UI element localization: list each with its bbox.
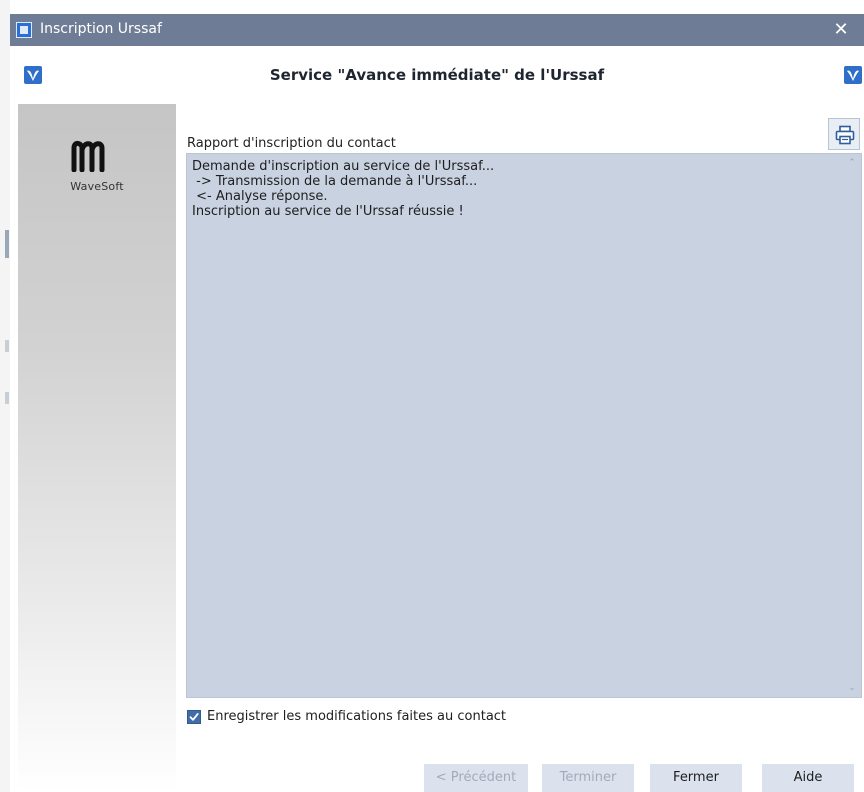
vertical-scrollbar[interactable]: ⌃ ⌄ xyxy=(844,154,861,697)
report-label: Rapport d'inscription du contact xyxy=(187,136,396,151)
background-marker xyxy=(5,340,9,352)
report-textarea[interactable]: Demande d'inscription au service de l'Ur… xyxy=(186,153,862,698)
report-line: Demande d'inscription au service de l'Ur… xyxy=(192,159,495,174)
dialog-window: Inscription Urssaf ✕ Service "Avance imm… xyxy=(10,14,864,792)
wave-logo-icon xyxy=(844,66,862,84)
previous-button[interactable]: < Précédent xyxy=(424,764,528,792)
app-icon xyxy=(16,22,32,38)
wavesoft-logo-icon xyxy=(71,140,105,172)
printer-icon xyxy=(835,125,855,145)
save-changes-label[interactable]: Enregistrer les modifications faites au … xyxy=(207,709,506,724)
close-button[interactable]: Fermer xyxy=(650,764,742,792)
brand-name: WaveSoft xyxy=(70,180,124,193)
checkmark-icon xyxy=(189,713,199,721)
print-button[interactable] xyxy=(828,118,860,150)
brand-sidebar: WaveSoft xyxy=(18,104,176,792)
title-bar[interactable]: Inscription Urssaf ✕ xyxy=(10,14,864,46)
background-app-strip xyxy=(0,0,10,792)
report-text[interactable]: Demande d'inscription au service de l'Ur… xyxy=(192,159,832,219)
dialog-heading: Service "Avance immédiate" de l'Urssaf xyxy=(269,66,605,84)
scroll-down-icon[interactable]: ⌄ xyxy=(847,683,857,693)
dialog-header: Service "Avance immédiate" de l'Urssaf xyxy=(10,46,864,104)
scroll-up-icon[interactable]: ⌃ xyxy=(847,158,857,168)
report-line: Inscription au service de l'Urssaf réuss… xyxy=(192,204,464,219)
report-line: -> Transmission de la demande à l'Urssaf… xyxy=(192,174,478,189)
finish-button[interactable]: Terminer xyxy=(542,764,634,792)
report-line: <- Analyse réponse. xyxy=(192,189,328,204)
window-title: Inscription Urssaf xyxy=(40,21,162,37)
save-changes-checkbox[interactable] xyxy=(187,710,201,724)
close-icon[interactable]: ✕ xyxy=(818,14,864,46)
background-marker xyxy=(5,392,9,404)
help-button[interactable]: Aide xyxy=(762,764,854,792)
background-marker xyxy=(5,230,9,258)
